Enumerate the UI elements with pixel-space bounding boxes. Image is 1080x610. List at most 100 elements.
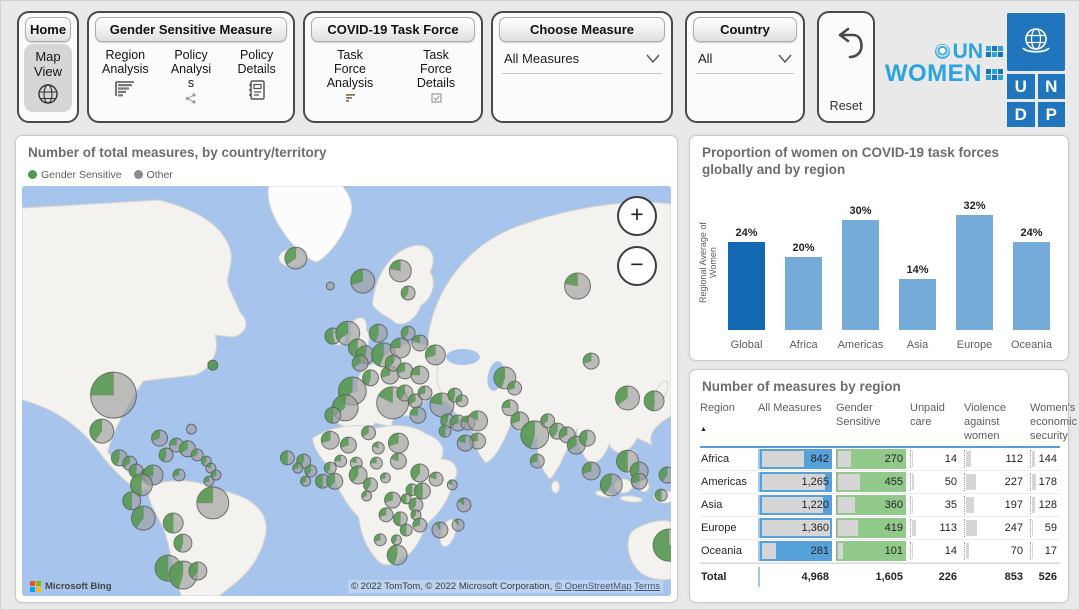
bar-rect[interactable]: [956, 215, 993, 330]
map-pie[interactable]: [438, 424, 452, 438]
map-pie[interactable]: [564, 272, 591, 300]
map-pie[interactable]: [172, 468, 186, 482]
table-row-africa[interactable]: Africa 842 270 14 112 144: [700, 448, 1060, 472]
map-pie[interactable]: [410, 463, 430, 483]
map-pie[interactable]: [89, 418, 115, 444]
map-pie[interactable]: [130, 505, 156, 531]
map-pie[interactable]: [417, 385, 433, 401]
map-pie[interactable]: [578, 429, 596, 447]
map-pie[interactable]: [339, 436, 357, 454]
map-pie[interactable]: [361, 490, 373, 502]
map-pie[interactable]: [455, 394, 469, 408]
terms-link[interactable]: Terms: [634, 581, 660, 592]
map-pie[interactable]: [390, 534, 402, 546]
map-pie[interactable]: [334, 454, 348, 468]
column-header[interactable]: Violence against women: [964, 402, 1026, 443]
bar-asia[interactable]: 14% Asia: [895, 200, 940, 351]
table-row-asia[interactable]: Asia 1,220 360 35 197 128: [700, 494, 1060, 518]
map-pie[interactable]: [300, 475, 312, 487]
map-zoom-out-button[interactable]: −: [617, 246, 657, 286]
world-map[interactable]: + − Microsoft Bing © 2022 TomTom, © 2022…: [22, 186, 671, 596]
map-pie[interactable]: [351, 354, 369, 372]
map-pie[interactable]: [581, 461, 601, 481]
map-pie[interactable]: [361, 425, 377, 441]
map-pie[interactable]: [203, 475, 215, 487]
map-view-button[interactable]: Map View: [24, 44, 72, 112]
map-pie[interactable]: [325, 281, 335, 291]
map-pie[interactable]: [207, 359, 219, 371]
region-analysis-button[interactable]: Region Analysis: [99, 48, 151, 104]
map-pie[interactable]: [654, 488, 668, 502]
bar-rect[interactable]: [728, 242, 765, 330]
map-pie[interactable]: [363, 477, 378, 493]
bar-americas[interactable]: 30% Americas: [838, 200, 884, 351]
bar-rect[interactable]: [785, 257, 822, 330]
column-header[interactable]: All Measures: [758, 402, 832, 416]
map-pie[interactable]: [456, 497, 472, 513]
measure-dropdown[interactable]: All Measures: [502, 50, 662, 74]
bar-global[interactable]: 24% Global: [724, 200, 769, 351]
bar-rect[interactable]: [899, 279, 936, 330]
map-pie[interactable]: [326, 472, 344, 490]
reset-button[interactable]: Reset: [817, 11, 875, 123]
map-pie[interactable]: [350, 268, 376, 294]
map-pie[interactable]: [196, 486, 230, 520]
map-pie[interactable]: [284, 246, 308, 270]
column-header[interactable]: Region ▲: [700, 402, 754, 435]
map-pie[interactable]: [279, 450, 295, 466]
map-pie[interactable]: [410, 365, 430, 385]
map-pie[interactable]: [304, 464, 318, 478]
map-pie[interactable]: [643, 390, 665, 412]
map-pie[interactable]: [379, 472, 391, 484]
map-pie[interactable]: [658, 466, 671, 484]
map-pie[interactable]: [323, 461, 337, 475]
map-pie[interactable]: [413, 482, 431, 500]
map-pie[interactable]: [162, 512, 184, 534]
map-pie[interactable]: [387, 432, 409, 454]
task-force-details-button[interactable]: Task Force Details: [410, 48, 462, 103]
map-pie[interactable]: [599, 473, 623, 497]
map-pie[interactable]: [368, 323, 388, 343]
map-pie[interactable]: [630, 472, 648, 490]
map-pie[interactable]: [456, 434, 474, 452]
policy-analysis-button[interactable]: Policy Analysis: [168, 48, 214, 104]
openstreetmap-link[interactable]: © OpenStreetMap: [555, 581, 632, 592]
map-pie[interactable]: [529, 453, 545, 469]
bar-rect[interactable]: [1013, 242, 1050, 330]
map-pie[interactable]: [378, 507, 394, 523]
map-pie[interactable]: [446, 479, 458, 491]
map-pie[interactable]: [373, 533, 387, 547]
map-pie[interactable]: [386, 544, 408, 566]
map-pie[interactable]: [388, 259, 412, 283]
map-pie[interactable]: [451, 518, 465, 532]
column-header[interactable]: Unpaid care: [910, 402, 960, 430]
map-pie[interactable]: [362, 369, 379, 387]
map-pie[interactable]: [412, 517, 428, 533]
bar-europe[interactable]: 32% Europe: [952, 200, 997, 351]
table-row-americas[interactable]: Americas 1,265 455 50 227 178: [700, 471, 1060, 495]
map-pie[interactable]: [428, 471, 444, 487]
home-button[interactable]: Home: [25, 17, 71, 42]
map-pie[interactable]: [292, 462, 304, 474]
policy-details-button[interactable]: Policy Details: [231, 48, 283, 104]
country-dropdown[interactable]: All: [696, 50, 794, 74]
map-pie[interactable]: [324, 406, 342, 424]
map-pie[interactable]: [399, 523, 413, 537]
map-pie[interactable]: [151, 429, 169, 447]
map-pie[interactable]: [467, 410, 489, 432]
map-pie[interactable]: [409, 406, 427, 424]
map-zoom-in-button[interactable]: +: [617, 196, 657, 236]
map-pie[interactable]: [400, 285, 416, 301]
column-header[interactable]: Women's economic security: [1030, 402, 1077, 443]
column-header[interactable]: Gender Sensitive: [836, 402, 906, 430]
bar-rect[interactable]: [842, 220, 879, 330]
table-row-europe[interactable]: Europe 1,360 419 113 247 59: [700, 517, 1060, 541]
map-pie[interactable]: [507, 380, 523, 396]
bar-oceania[interactable]: 24% Oceania: [1009, 200, 1054, 351]
table-row-oceania[interactable]: Oceania 281 101 14 70 17: [700, 540, 1060, 564]
map-pie[interactable]: [582, 352, 600, 370]
bar-africa[interactable]: 20% Africa: [781, 200, 826, 351]
task-force-analysis-button[interactable]: Task Force Analysis: [324, 48, 376, 103]
map-pie[interactable]: [396, 362, 414, 380]
map-pie[interactable]: [411, 334, 429, 352]
